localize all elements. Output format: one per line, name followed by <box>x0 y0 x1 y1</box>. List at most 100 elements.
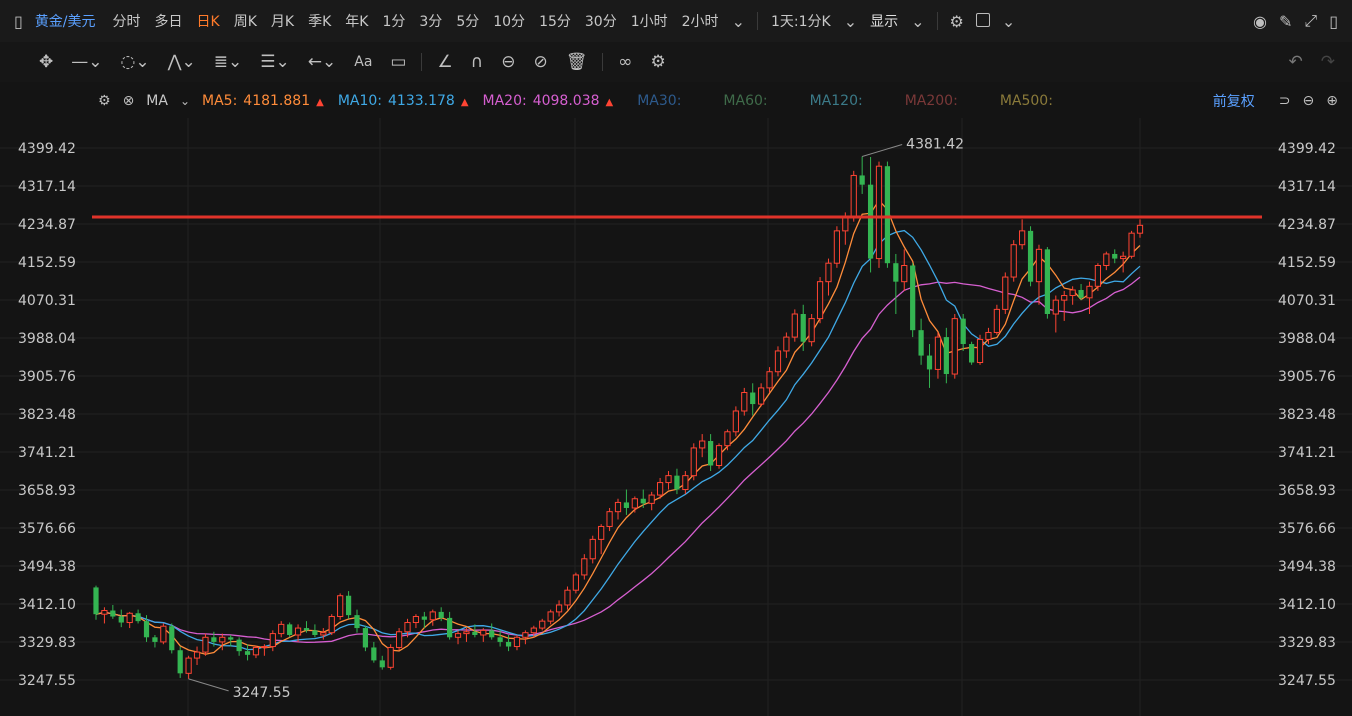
y-tick-label-left: 4152.59 <box>18 255 76 271</box>
chevron-down-icon[interactable]: ⌄ <box>844 12 857 31</box>
candle-body <box>320 632 327 636</box>
candlestick-chart[interactable]: 4399.42 4399.42 4317.14 4317.14 4234.87 4234.… <box>0 118 1352 716</box>
ma-value: 4181.881 <box>243 93 311 109</box>
arrow-tool-icon[interactable]: ←⌄ <box>308 52 337 72</box>
symbol-title[interactable]: 黄金/美元 <box>35 11 96 31</box>
divider <box>421 53 423 71</box>
tab-timeframe-6[interactable]: 年K <box>345 11 368 31</box>
candle-body <box>800 314 806 342</box>
candle-body <box>211 637 217 642</box>
candle-body <box>850 174 857 218</box>
candle-body <box>244 651 251 655</box>
candle-body <box>1002 276 1009 310</box>
candle-body <box>278 623 285 635</box>
sidebar-toggle-icon[interactable]: ▯ <box>14 12 23 31</box>
tab-timeframe-4[interactable]: 月K <box>271 11 294 31</box>
candle-body <box>472 631 478 635</box>
display-dropdown[interactable]: 显示 <box>870 11 898 31</box>
adjust-mode[interactable]: 前复权 <box>1213 91 1255 111</box>
pattern-tool-icon[interactable]: ⋀⌄ <box>168 52 196 72</box>
sync-dropdown[interactable]: 1天:1分K <box>771 11 831 31</box>
candle-body <box>960 318 966 345</box>
fib-tool-icon[interactable]: ≣⌄ <box>214 52 243 72</box>
tab-timeframe-14[interactable]: 2小时 <box>682 11 719 31</box>
layout-icon[interactable] <box>975 12 990 31</box>
candle-body <box>160 625 167 643</box>
undo-icon[interactable]: ↶ <box>1289 52 1303 72</box>
panel-icon[interactable]: ▯ <box>1329 12 1338 31</box>
tab-timeframe-1[interactable]: 多日 <box>155 11 183 31</box>
lock-icon[interactable]: ⊖ <box>501 52 515 72</box>
chevron-down-icon[interactable]: ⌄ <box>732 12 745 31</box>
settings-icon[interactable]: ⚙ <box>650 52 665 72</box>
candle-body <box>152 637 158 642</box>
ma-label: MA120: <box>809 93 863 109</box>
text-tool[interactable]: Aa <box>354 54 372 70</box>
channel-tool-icon[interactable]: ☰⌄ <box>260 52 289 72</box>
redo-icon[interactable]: ↷ <box>1321 52 1335 72</box>
close-icon[interactable]: ⊗ <box>123 93 135 109</box>
high-annotation-leader <box>862 144 903 157</box>
camera-icon[interactable]: ◉ <box>1253 12 1267 31</box>
tab-timeframe-5[interactable]: 季K <box>308 11 331 31</box>
tab-timeframe-12[interactable]: 30分 <box>585 11 617 31</box>
ma10-line <box>95 229 1141 651</box>
ma-item-ma60: MA60: <box>723 93 773 109</box>
candle-body <box>640 498 646 504</box>
tab-timeframe-10[interactable]: 10分 <box>493 11 525 31</box>
ma-label: MA500: <box>999 93 1053 109</box>
tab-timeframe-13[interactable]: 1小时 <box>631 11 668 31</box>
candle-body <box>269 633 276 648</box>
trash-icon[interactable]: 🗑 <box>566 52 588 72</box>
comment-icon[interactable]: ▭ <box>390 52 406 72</box>
candle-body <box>228 637 234 640</box>
crosshair-icon[interactable]: ✥ <box>39 52 53 72</box>
candle-body <box>606 511 613 527</box>
low-annotation: 3247.55 <box>233 685 291 701</box>
tab-timeframe-11[interactable]: 15分 <box>539 11 571 31</box>
angle-icon[interactable]: ∠ <box>437 52 452 72</box>
tab-timeframe-8[interactable]: 3分 <box>419 11 442 31</box>
link-icon[interactable]: ∞ <box>618 52 632 72</box>
y-tick-label-left: 3329.83 <box>18 635 76 651</box>
tab-timeframe-9[interactable]: 5分 <box>456 11 479 31</box>
y-tick-label-left: 4399.42 <box>18 141 76 157</box>
reset-icon[interactable]: ⊃ <box>1279 93 1291 109</box>
indicator-name[interactable]: MA <box>146 93 168 109</box>
candle-body <box>429 611 436 621</box>
shape-tool-icon[interactable]: ◌⌄ <box>121 52 150 72</box>
candle-body <box>910 265 916 331</box>
y-tick-label-right: 3247.55 <box>1278 673 1336 689</box>
candle-body <box>219 636 226 643</box>
zoom-out-icon[interactable]: ⊖ <box>1303 93 1315 109</box>
fullscreen-icon[interactable]: ⤢ <box>1304 11 1317 31</box>
y-tick-label-left: 4317.14 <box>18 179 76 195</box>
zoom-in-icon[interactable]: ⊕ <box>1326 93 1338 109</box>
settings-icon[interactable]: ⚙ <box>950 12 964 31</box>
candle-body <box>1027 230 1034 282</box>
candle-body <box>1112 253 1118 259</box>
candle-body <box>656 482 664 496</box>
chevron-down-icon[interactable]: ⌄ <box>911 12 924 31</box>
divider <box>602 53 604 71</box>
tab-timeframe-2[interactable]: 日K <box>197 11 220 31</box>
y-tick-label-right: 4070.31 <box>1278 293 1336 309</box>
tab-timeframe-0[interactable]: 分时 <box>113 11 141 31</box>
candle-body <box>287 624 293 635</box>
magnet-icon[interactable]: ∩ <box>471 52 483 72</box>
chevron-down-icon[interactable]: ⌄ <box>1002 12 1015 31</box>
hide-icon[interactable]: ⊘ <box>533 52 547 72</box>
candle-body <box>294 627 302 636</box>
line-tool-icon[interactable]: —⌄ <box>71 52 102 72</box>
candle-body <box>825 262 832 283</box>
chevron-down-icon[interactable]: ⌄ <box>180 94 190 108</box>
candle-body <box>943 337 949 375</box>
candle-body <box>143 621 150 638</box>
drawing-toolbar: ✥ —⌄ ◌⌄ ⋀⌄ ≣⌄ ☰⌄ ←⌄ Aa ▭ ∠ ∩ ⊖ ⊘ 🗑 ∞ ⚙ ↶… <box>0 42 1352 82</box>
candle-body <box>682 475 689 491</box>
candle-body <box>438 611 444 618</box>
tab-timeframe-3[interactable]: 周K <box>234 11 257 31</box>
settings-icon[interactable]: ⚙ <box>98 93 111 109</box>
pen-icon[interactable]: ✎ <box>1279 12 1292 31</box>
tab-timeframe-7[interactable]: 1分 <box>382 11 405 31</box>
